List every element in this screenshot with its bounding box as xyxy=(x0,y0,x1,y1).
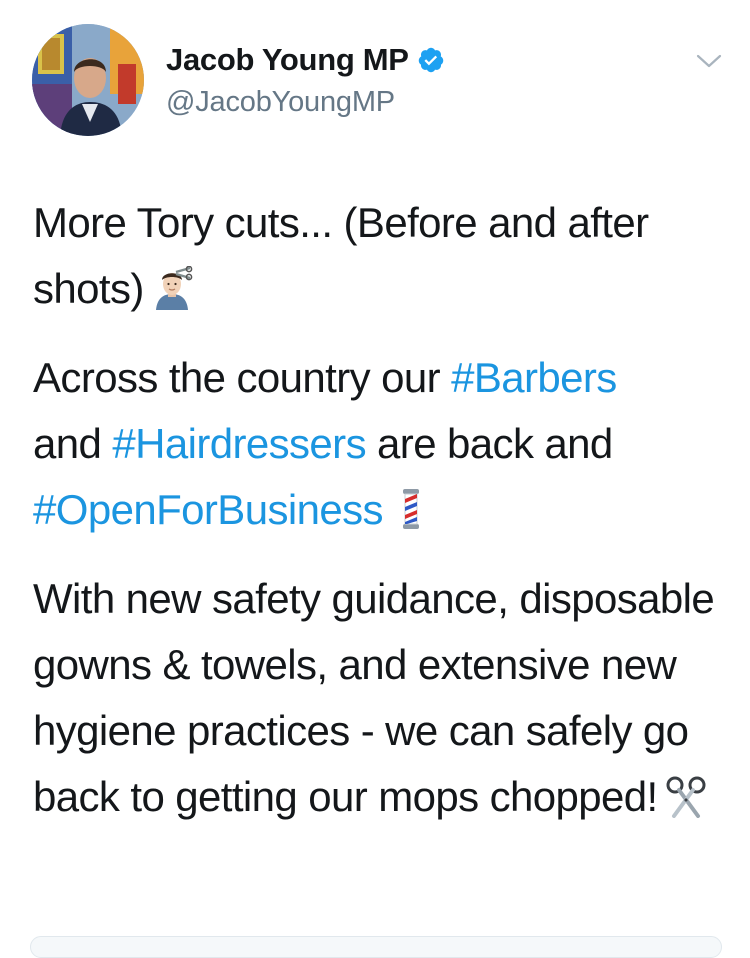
scissors-icon xyxy=(664,771,708,818)
paragraph-2-text-c: are back and xyxy=(365,420,613,467)
display-name-row: Jacob Young MP xyxy=(166,40,445,80)
haircut-icon xyxy=(150,263,194,310)
display-name[interactable]: Jacob Young MP xyxy=(166,42,409,78)
tweet-text: More Tory cuts... (Before and after shot… xyxy=(33,190,733,853)
tweet-header: Jacob Young MP @JacobYoungMP xyxy=(0,0,750,160)
paragraph-3-text: With new safety guidance, disposable gow… xyxy=(33,575,715,820)
handle[interactable]: @JacobYoungMP xyxy=(166,86,445,119)
paragraph-1-text: More Tory cuts... (Before and after shot… xyxy=(33,199,649,312)
chevron-down-icon[interactable] xyxy=(694,50,724,72)
paragraph-2-text-a: Across the country our xyxy=(33,354,452,401)
avatar-photo xyxy=(32,24,144,136)
avatar[interactable] xyxy=(32,24,144,136)
paragraph-2-text-b: and xyxy=(33,420,113,467)
hashtag-barbers-link[interactable]: #Barbers xyxy=(451,354,617,401)
hashtag-openforbusiness-link[interactable]: #OpenForBusiness xyxy=(33,486,384,533)
barber-pole-icon xyxy=(389,484,433,529)
verified-badge-icon xyxy=(417,46,445,74)
paragraph-1: More Tory cuts... (Before and after shot… xyxy=(33,190,733,322)
author-info: Jacob Young MP @JacobYoungMP xyxy=(166,40,445,119)
hashtag-hairdressers-link[interactable]: #Hairdressers xyxy=(112,420,366,467)
paragraph-2: Across the country our #Barbers and #Hair… xyxy=(33,345,733,543)
media-preview-edge[interactable] xyxy=(30,936,722,958)
paragraph-3: With new safety guidance, disposable gow… xyxy=(33,566,733,830)
